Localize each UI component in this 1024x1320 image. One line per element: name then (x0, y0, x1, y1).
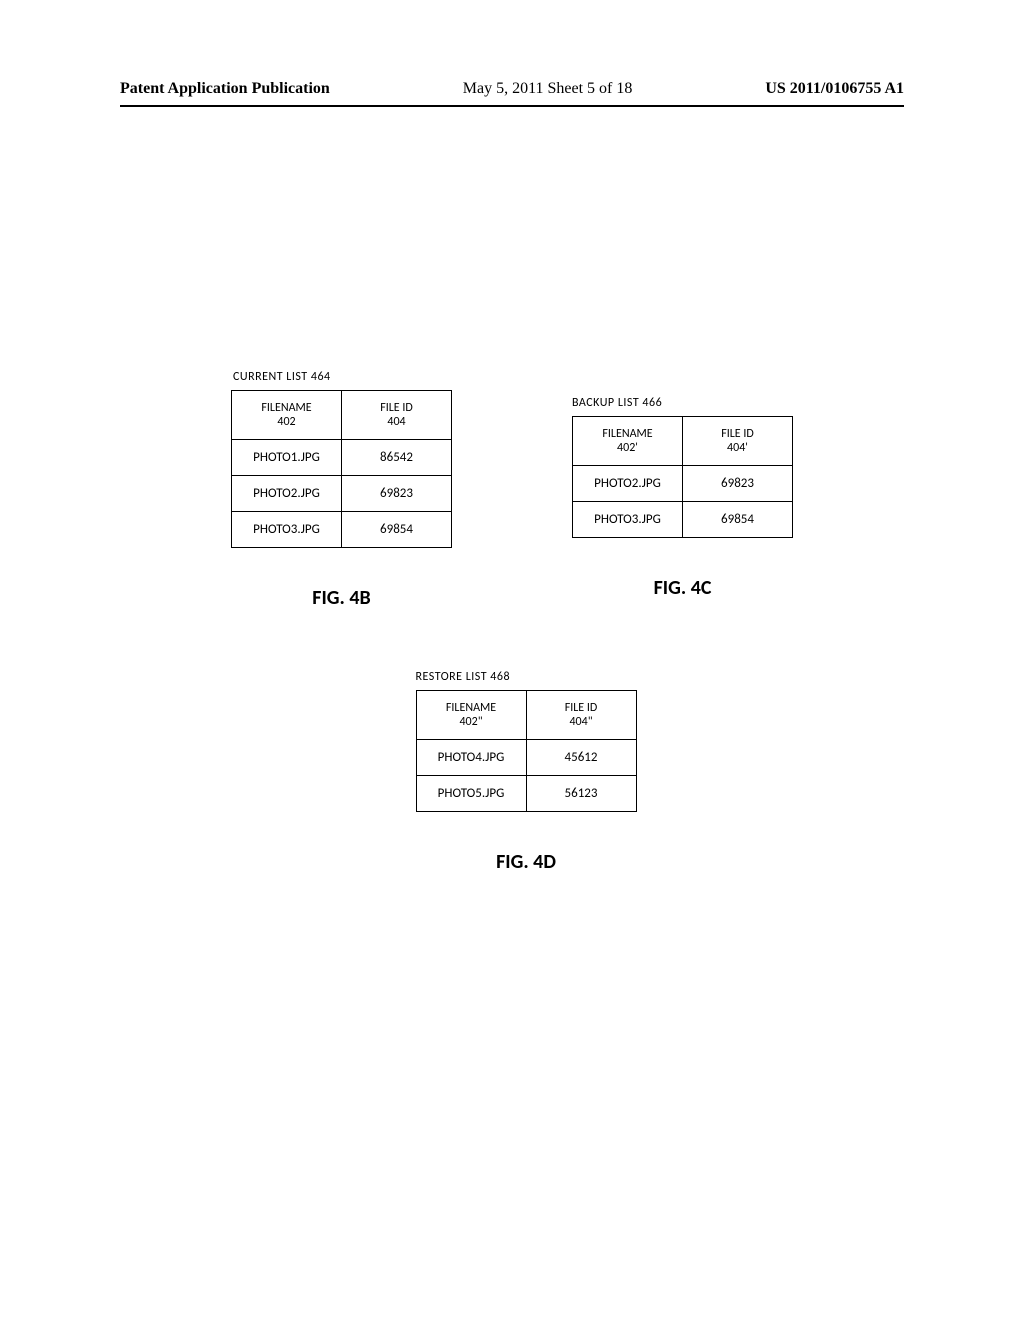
cell-filename: PHOTO5.JPG (416, 776, 526, 812)
cell-filename: PHOTO2.JPG (232, 476, 342, 512)
figure-caption-4c: FIG. 4C (572, 576, 793, 600)
col-filename-ref: 402' (591, 441, 664, 455)
table-row: PHOTO3.JPG 69854 (573, 502, 793, 538)
header-date-sheet: May 5, 2011 Sheet 5 of 18 (463, 80, 633, 98)
cell-fileid: 69854 (342, 512, 452, 548)
col-fileid-label: FILE ID (360, 401, 433, 415)
cell-fileid: 56123 (526, 776, 636, 812)
col-fileid-ref: 404' (701, 441, 774, 455)
table-row: PHOTO4.JPG 45612 (416, 740, 636, 776)
table-header-row: FILENAME 402 FILE ID 404 (232, 391, 452, 440)
table-row: PHOTO1.JPG 86542 (232, 440, 452, 476)
figure-4c: BACKUP LIST 466 FILENAME 402' FILE ID 40… (572, 396, 793, 610)
cell-fileid: 86542 (342, 440, 452, 476)
table-row: PHOTO5.JPG 56123 (416, 776, 636, 812)
header-publication-type: Patent Application Publication (120, 80, 330, 98)
figure-row-bottom: RESTORE LIST 468 FILENAME 402" FILE ID 4… (0, 670, 1024, 874)
col-fileid-label: FILE ID (701, 427, 774, 441)
col-filename-header: FILENAME 402" (416, 691, 526, 740)
col-fileid-header: FILE ID 404" (526, 691, 636, 740)
figure-4d: RESTORE LIST 468 FILENAME 402" FILE ID 4… (416, 670, 637, 874)
col-fileid-ref: 404" (545, 715, 618, 729)
col-filename-label: FILENAME (250, 401, 323, 415)
col-filename-label: FILENAME (591, 427, 664, 441)
col-fileid-header: FILE ID 404' (683, 417, 793, 466)
header-publication-number: US 2011/0106755 A1 (765, 80, 904, 98)
col-filename-header: FILENAME 402' (573, 417, 683, 466)
cell-fileid: 69823 (683, 466, 793, 502)
table-row: PHOTO2.JPG 69823 (232, 476, 452, 512)
page-header: Patent Application Publication May 5, 20… (0, 80, 1024, 98)
cell-filename: PHOTO2.JPG (573, 466, 683, 502)
header-divider (120, 105, 904, 107)
figure-caption-4d: FIG. 4D (416, 850, 637, 874)
table-row: PHOTO3.JPG 69854 (232, 512, 452, 548)
cell-filename: PHOTO3.JPG (232, 512, 342, 548)
col-fileid-label: FILE ID (545, 701, 618, 715)
col-filename-ref: 402" (435, 715, 508, 729)
col-filename-label: FILENAME (435, 701, 508, 715)
figure-caption-4b: FIG. 4B (231, 586, 452, 610)
figure-content: CURRENT LIST 464 FILENAME 402 FILE ID 40… (0, 370, 1024, 874)
table-row: PHOTO2.JPG 69823 (573, 466, 793, 502)
current-list-table: FILENAME 402 FILE ID 404 PHOTO1.JPG 8654… (231, 390, 452, 548)
cell-fileid: 69823 (342, 476, 452, 512)
cell-filename: PHOTO1.JPG (232, 440, 342, 476)
table-header-row: FILENAME 402' FILE ID 404' (573, 417, 793, 466)
figure-4b: CURRENT LIST 464 FILENAME 402 FILE ID 40… (231, 370, 452, 610)
cell-filename: PHOTO4.JPG (416, 740, 526, 776)
figure-row-top: CURRENT LIST 464 FILENAME 402 FILE ID 40… (0, 370, 1024, 610)
col-filename-ref: 402 (250, 415, 323, 429)
col-filename-header: FILENAME 402 (232, 391, 342, 440)
restore-list-title: RESTORE LIST 468 (416, 670, 637, 684)
table-header-row: FILENAME 402" FILE ID 404" (416, 691, 636, 740)
col-fileid-ref: 404 (360, 415, 433, 429)
cell-fileid: 69854 (683, 502, 793, 538)
current-list-title: CURRENT LIST 464 (233, 370, 452, 384)
backup-list-title: BACKUP LIST 466 (572, 396, 793, 410)
restore-list-table: FILENAME 402" FILE ID 404" PHOTO4.JPG 45… (416, 690, 637, 812)
col-fileid-header: FILE ID 404 (342, 391, 452, 440)
backup-list-table: FILENAME 402' FILE ID 404' PHOTO2.JPG 69… (572, 416, 793, 538)
cell-fileid: 45612 (526, 740, 636, 776)
cell-filename: PHOTO3.JPG (573, 502, 683, 538)
